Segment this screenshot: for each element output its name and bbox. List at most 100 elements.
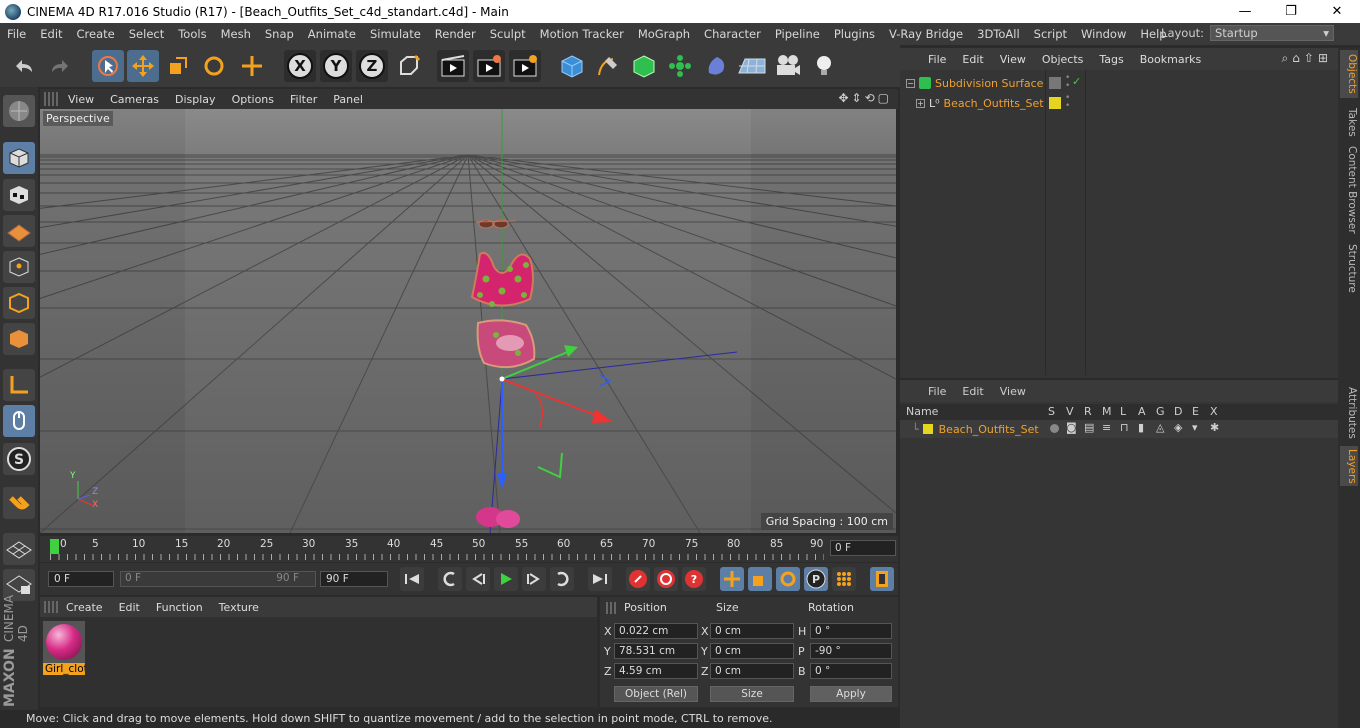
cube-primitive-icon[interactable] — [556, 50, 588, 82]
make-editable-icon[interactable] — [3, 95, 35, 127]
viewport-menu-panel[interactable]: Panel — [325, 93, 371, 106]
layer-menu-edit[interactable]: Edit — [954, 385, 991, 398]
layer-col-view[interactable]: V — [1066, 405, 1074, 418]
key-parameter-icon[interactable]: P — [804, 567, 828, 591]
layer-col-deformers[interactable]: D — [1174, 405, 1182, 418]
pos-x-field[interactable]: 0.022 cm — [614, 623, 698, 639]
menu-sculpt[interactable]: Sculpt — [483, 27, 533, 41]
viewport-navigation-icons[interactable]: ✥⇕⟲▢ — [838, 91, 892, 105]
viewport-menu-filter[interactable]: Filter — [282, 93, 325, 106]
render-view-icon[interactable] — [437, 50, 469, 82]
menu-vray-bridge[interactable]: V-Ray Bridge — [882, 27, 970, 41]
deformer-icon[interactable] — [700, 50, 732, 82]
key-rotation-icon[interactable] — [776, 567, 800, 591]
object-row-subdivision-surface[interactable]: − Subdivision Surface • • ✓ — [900, 74, 1338, 92]
menu-mograph[interactable]: MoGraph — [631, 27, 697, 41]
z-axis-lock-button[interactable]: Z — [356, 50, 388, 82]
layout-dropdown[interactable]: Startup — [1210, 25, 1334, 41]
viewport-menu-options[interactable]: Options — [224, 93, 282, 106]
x-axis-lock-button[interactable]: X — [284, 50, 316, 82]
preview-range-slider[interactable]: 0 F 90 F — [120, 571, 316, 587]
tab-takes[interactable]: Takes — [1340, 104, 1358, 140]
autokeying-icon[interactable] — [654, 567, 678, 591]
material-menu-function[interactable]: Function — [148, 601, 211, 614]
tweak-mode-icon[interactable] — [3, 405, 35, 437]
subdivision-surface-icon[interactable] — [628, 50, 660, 82]
menu-pipeline[interactable]: Pipeline — [768, 27, 827, 41]
expression-icon[interactable]: ▾ — [1192, 421, 1198, 434]
pos-y-field[interactable]: 78.531 cm — [614, 643, 698, 659]
undo-icon[interactable] — [8, 50, 40, 82]
redo-icon[interactable] — [44, 50, 76, 82]
tab-layers[interactable]: Layers — [1340, 446, 1358, 486]
live-selection-icon[interactable] — [92, 50, 124, 82]
object-menu-tags[interactable]: Tags — [1091, 53, 1131, 66]
layer-row-beach-outfits-set[interactable]: └ Beach_Outfits_Set ◙ ▤ ≡ ⊓ ▮ ◬ ◈ ▾ ✱ — [900, 420, 1338, 438]
menu-motion-tracker[interactable]: Motion Tracker — [533, 27, 631, 41]
key-position-icon[interactable] — [720, 567, 744, 591]
material-menu-texture[interactable]: Texture — [211, 601, 267, 614]
size-x-field[interactable]: 0 cm — [710, 623, 794, 639]
render-clapper-icon[interactable]: ▤ — [1084, 421, 1094, 434]
size-mode-dropdown[interactable]: Size — [710, 686, 794, 702]
layer-color-swatch[interactable] — [1049, 97, 1061, 109]
apply-button[interactable]: Apply — [810, 686, 892, 702]
y-axis-lock-button[interactable]: Y — [320, 50, 352, 82]
layer-col-solo[interactable]: S — [1048, 405, 1055, 418]
visibility-dots-icon[interactable]: • • — [1065, 74, 1070, 91]
object-menu-bookmarks[interactable]: Bookmarks — [1132, 53, 1209, 66]
layer-name-header[interactable]: Name — [906, 405, 938, 418]
snapping-icon[interactable]: S — [3, 443, 35, 475]
close-button[interactable]: ✕ — [1314, 0, 1360, 23]
scale-tool-icon[interactable] — [162, 50, 194, 82]
visibility-dots-icon[interactable]: • • — [1065, 94, 1070, 111]
magnet-icon[interactable] — [3, 487, 35, 519]
size-z-field[interactable]: 0 cm — [710, 663, 794, 679]
timeline-end-frame-field[interactable]: 0 F — [830, 540, 896, 556]
layer-color-swatch[interactable] — [922, 424, 933, 434]
menu-animate[interactable]: Animate — [301, 27, 363, 41]
layer-col-locked[interactable]: L — [1120, 405, 1126, 418]
viewport-menu-view[interactable]: View — [60, 93, 102, 106]
rot-h-field[interactable]: 0 ° — [810, 623, 892, 639]
expand-toggle-icon[interactable]: + — [916, 98, 925, 108]
menu-select[interactable]: Select — [122, 27, 171, 41]
previous-frame-icon[interactable] — [466, 567, 490, 591]
edges-mode-icon[interactable] — [3, 287, 35, 319]
menu-character[interactable]: Character — [697, 27, 768, 41]
layer-col-animation[interactable]: A — [1138, 405, 1146, 418]
menu-mesh[interactable]: Mesh — [214, 27, 258, 41]
maximize-button[interactable]: ❐ — [1268, 0, 1314, 23]
light-icon[interactable] — [808, 50, 840, 82]
texture-mode-icon[interactable] — [3, 179, 35, 211]
rotate-tool-icon[interactable] — [198, 50, 230, 82]
menu-script[interactable]: Script — [1027, 27, 1074, 41]
range-end-field[interactable]: 90 F — [320, 571, 388, 587]
minimize-button[interactable]: — — [1222, 0, 1268, 23]
render-settings-icon[interactable] — [509, 50, 541, 82]
axis-mode-icon[interactable] — [3, 369, 35, 401]
size-y-field[interactable]: 0 cm — [710, 643, 794, 659]
play-forward-icon[interactable] — [494, 567, 518, 591]
deformer-icon[interactable]: ◈ — [1174, 421, 1182, 434]
previous-key-icon[interactable] — [438, 567, 462, 591]
layer-col-xref[interactable]: X — [1210, 405, 1218, 418]
menu-create[interactable]: Create — [70, 27, 122, 41]
cloner-icon[interactable] — [664, 50, 696, 82]
enabled-check-icon[interactable]: ✓ — [1072, 75, 1081, 88]
view-eye-icon[interactable]: ◙ — [1066, 421, 1077, 434]
perspective-viewport[interactable]: Y Z X Perspective Grid Spacing : 100 cm — [40, 109, 896, 533]
coordinate-system-icon[interactable] — [393, 50, 425, 82]
viewport-menu-display[interactable]: Display — [167, 93, 224, 106]
key-scale-icon[interactable] — [748, 567, 772, 591]
object-manager-search-home-icons[interactable]: ⌕⌂⇧⊞ — [1282, 51, 1332, 66]
xref-icon[interactable]: ✱ — [1210, 421, 1219, 434]
material-menu-create[interactable]: Create — [58, 601, 111, 614]
layer-menu-view[interactable]: View — [992, 385, 1034, 398]
manager-list-icon[interactable]: ≡ — [1102, 421, 1111, 434]
menu-plugins[interactable]: Plugins — [827, 27, 882, 41]
layer-col-generators[interactable]: G — [1156, 405, 1165, 418]
object-menu-view[interactable]: View — [992, 53, 1034, 66]
keyframe-selection-icon[interactable]: ? — [682, 567, 706, 591]
object-menu-file[interactable]: File — [920, 53, 954, 66]
